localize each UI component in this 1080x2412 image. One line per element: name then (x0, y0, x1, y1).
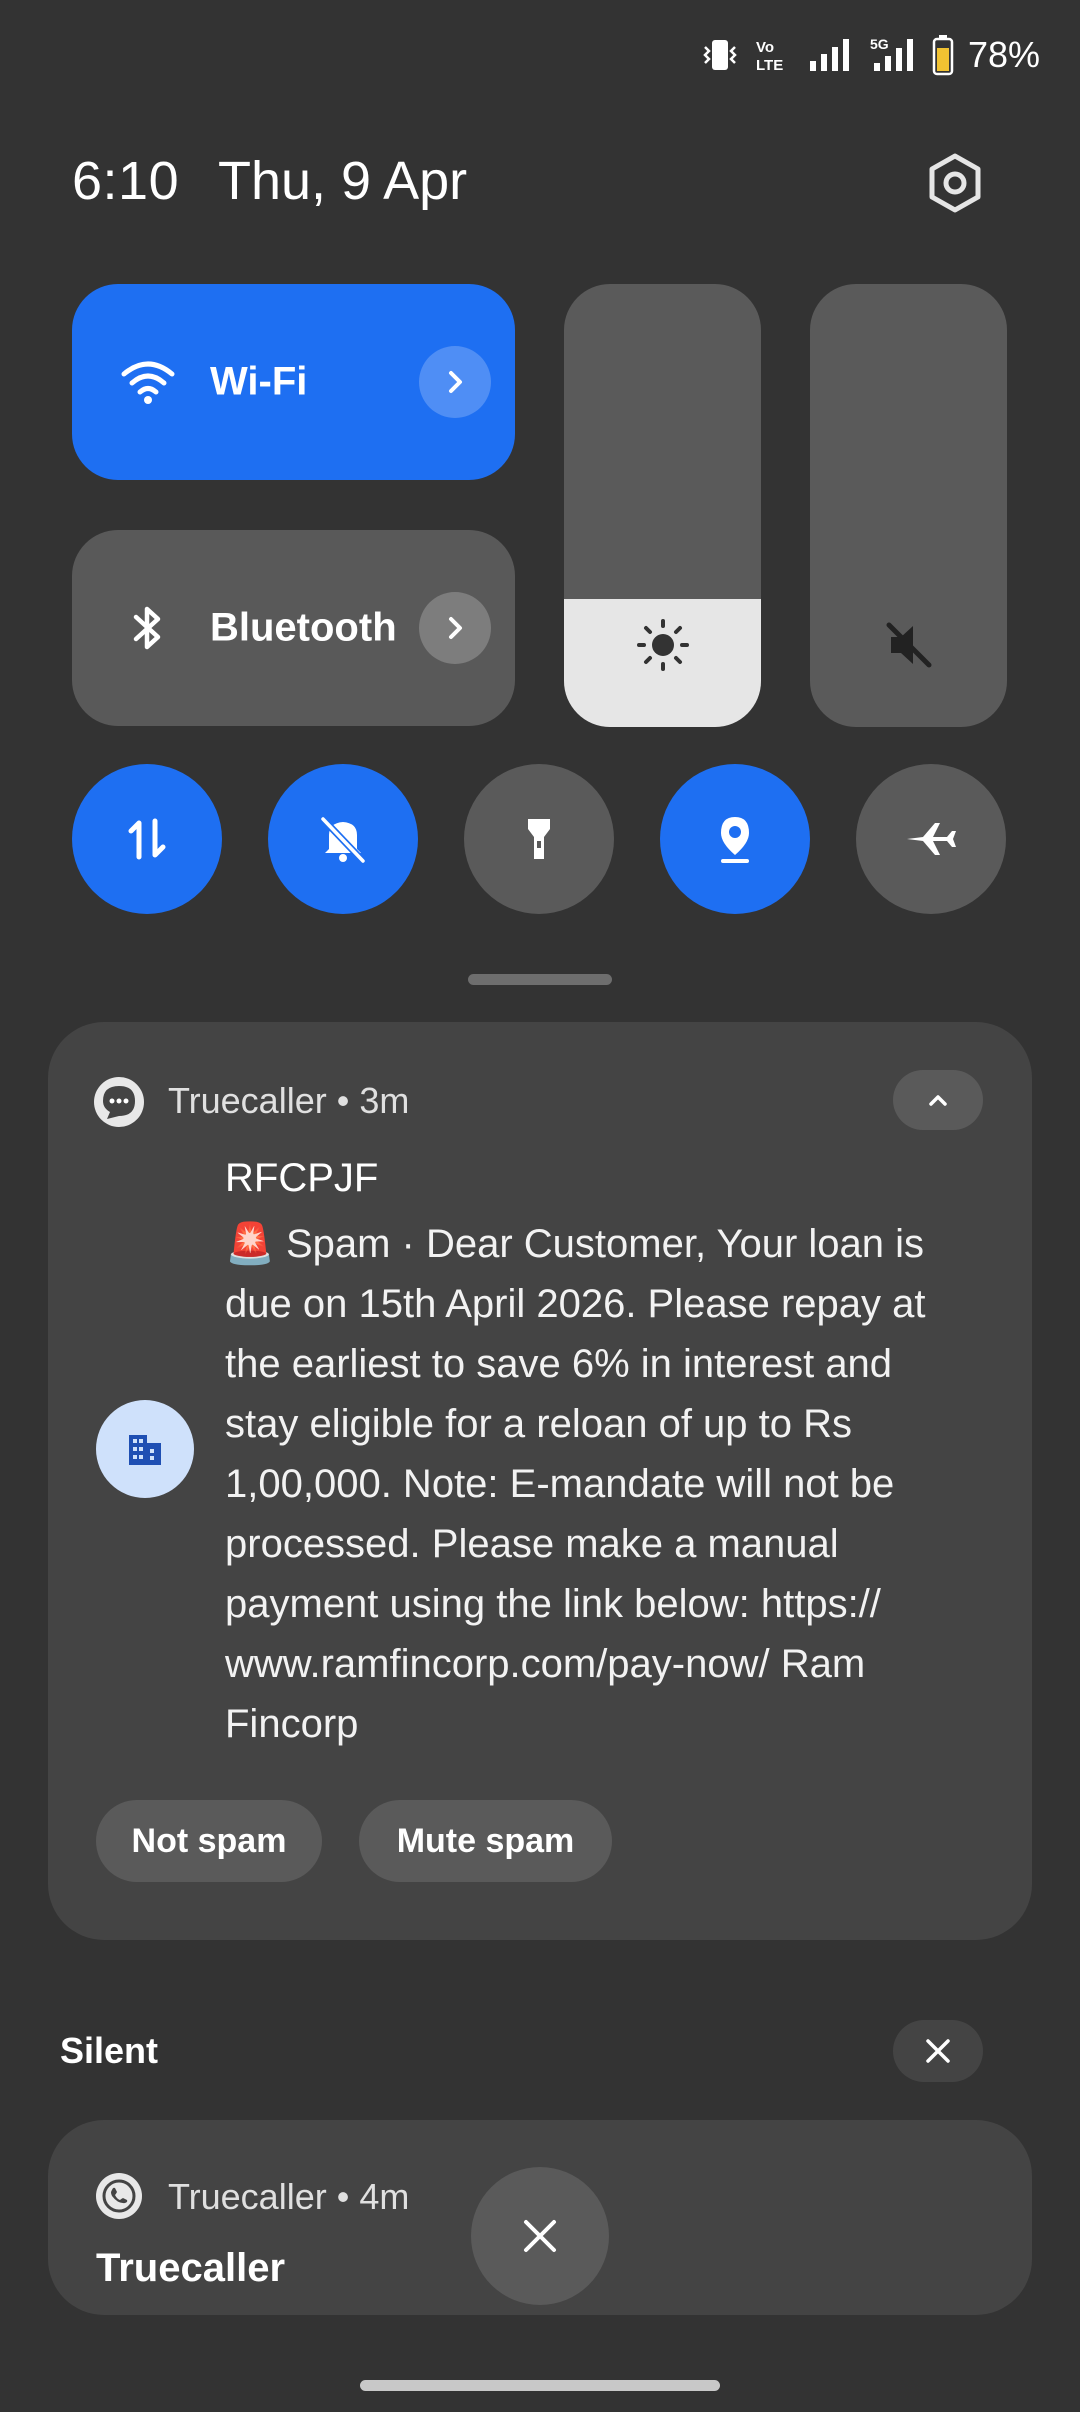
business-building-icon (129, 1435, 161, 1465)
mute-spam-button[interactable]: Mute spam (359, 1800, 612, 1882)
silent-notification-title: Truecaller (96, 2246, 286, 2290)
svg-text:Vo: Vo (756, 39, 774, 56)
silent-section-label: Silent (60, 2030, 159, 2071)
chevron-right-icon (449, 371, 462, 393)
bluetooth-details-button[interactable] (419, 592, 491, 664)
silent-notification-separator: • (336, 2176, 350, 2217)
flashlight-toggle[interactable] (464, 764, 614, 914)
battery-icon (932, 35, 954, 76)
gear-icon (929, 153, 981, 213)
brightness-slider[interactable] (564, 284, 761, 727)
svg-text:LTE: LTE (756, 57, 783, 74)
close-icon (524, 2220, 556, 2252)
wifi-label: Wi-Fi (210, 359, 308, 404)
chevron-right-icon (449, 617, 462, 639)
chat-bubble-icon (103, 1086, 135, 1119)
truecaller-app-icon (94, 1077, 144, 1127)
sender-avatar (96, 1400, 194, 1498)
close-all-button[interactable] (471, 2167, 609, 2305)
bell-off-icon (320, 816, 366, 864)
wifi-tile[interactable]: Wi-Fi (72, 284, 515, 480)
gesture-nav-bar[interactable] (360, 2380, 720, 2391)
flashlight-icon (528, 819, 550, 859)
panel-drag-handle[interactable] (468, 974, 612, 985)
svg-text:5G: 5G (870, 36, 889, 52)
location-toggle[interactable] (660, 764, 810, 914)
silent-notification-app-name: Truecaller (168, 2176, 327, 2217)
status-bar: Vo LTE 5G 78% (700, 30, 1040, 80)
wifi-details-button[interactable] (419, 346, 491, 418)
location-icon (721, 817, 749, 863)
truecaller-app-icon (96, 2173, 142, 2219)
bluetooth-icon (133, 606, 161, 650)
vibrate-icon (703, 40, 737, 70)
date-label[interactable]: Thu, 9 Apr (218, 150, 467, 212)
signal-icon (809, 39, 849, 71)
message-text: Spam · Dear Customer, Your loan is due o… (225, 1222, 926, 1746)
airplane-mode-toggle[interactable] (856, 764, 1006, 914)
settings-button[interactable] (920, 148, 990, 218)
brightness-icon (636, 619, 689, 671)
close-icon (926, 2039, 950, 2063)
silent-notification-app-line: Truecaller • 4m (168, 2176, 409, 2218)
volume-slider[interactable] (810, 284, 1007, 727)
clear-silent-button[interactable] (893, 2020, 983, 2082)
notification-app-line: Truecaller • 3m (168, 1080, 409, 1122)
phone-icon (102, 2179, 136, 2213)
message-body: 🚨 Spam · Dear Customer, Your loan is due… (225, 1214, 965, 1754)
5g-signal-icon: 5G (870, 36, 913, 71)
bluetooth-label: Bluetooth (210, 605, 397, 650)
battery-percent: 78% (967, 34, 1040, 75)
mobile-data-toggle[interactable] (72, 764, 222, 914)
volte-icon: Vo LTE (756, 39, 783, 74)
siren-emoji: 🚨 (225, 1222, 275, 1266)
data-transfer-icon (128, 818, 166, 860)
clock-time[interactable]: 6:10 (72, 150, 179, 212)
chevron-up-icon (929, 1095, 947, 1106)
bluetooth-tile[interactable]: Bluetooth (72, 530, 515, 726)
volume-mute-icon (886, 622, 931, 668)
notification-app-name: Truecaller (168, 1080, 327, 1121)
collapse-button[interactable] (893, 1070, 983, 1130)
airplane-icon (907, 823, 956, 855)
silent-notification-time: 4m (359, 2176, 410, 2217)
message-sender: RFCPJF (225, 1156, 379, 1200)
notification-time: 3m (359, 1080, 410, 1121)
notification-separator: • (336, 1080, 350, 1121)
wifi-icon (121, 361, 175, 404)
not-spam-button[interactable]: Not spam (96, 1800, 322, 1882)
do-not-disturb-toggle[interactable] (268, 764, 418, 914)
